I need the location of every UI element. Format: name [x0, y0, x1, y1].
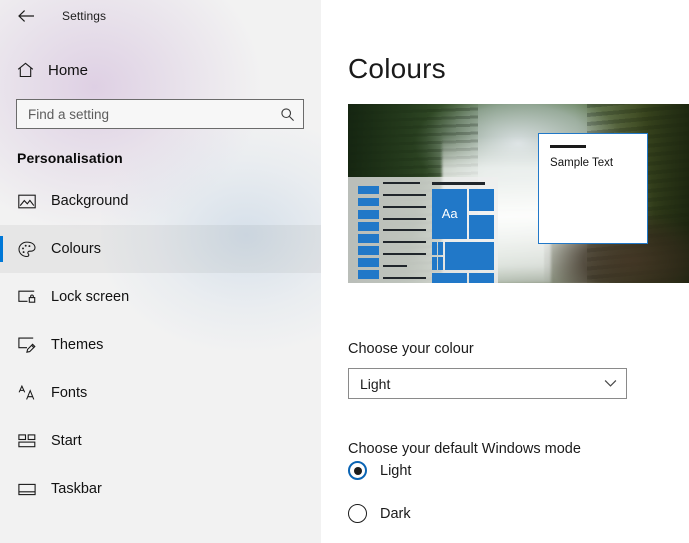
home-icon — [15, 60, 35, 80]
taskbar-icon — [17, 479, 37, 499]
preview-start-square — [357, 270, 379, 279]
preview-start-line — [382, 229, 427, 232]
preview-start-line — [382, 276, 427, 279]
sidebar-item-label: Start — [51, 433, 82, 449]
preview-sample-window: Sample Text — [538, 132, 649, 244]
sidebar: Settings Home Person — [0, 0, 321, 543]
title-bar: Settings — [0, 0, 321, 32]
preview-start-square — [357, 185, 379, 195]
sidebar-item-label: Taskbar — [51, 481, 102, 497]
radio-dot — [353, 466, 362, 475]
home-label: Home — [48, 61, 89, 79]
preview-tile — [469, 188, 494, 212]
sidebar-item-fonts[interactable]: Fonts — [0, 369, 321, 417]
sidebar-item-background[interactable]: Background — [0, 177, 321, 225]
settings-window: Settings Home Person — [0, 0, 689, 543]
sidebar-item-label: Themes — [51, 337, 104, 353]
sidebar-nav: Background Colours Lock screen Themes Fo… — [0, 177, 321, 513]
content-pane: Colours Aa Sample Text Choose your colou… — [321, 0, 689, 543]
preview-start-tiles: Aa — [432, 181, 494, 283]
preview-tile — [445, 242, 494, 270]
preview-start-square — [357, 221, 379, 231]
search-container — [16, 99, 304, 129]
back-arrow-icon[interactable] — [13, 3, 39, 29]
windows-mode-label: Choose your default Windows mode — [348, 441, 581, 457]
preview-start-line — [382, 217, 427, 220]
radio-label: Light — [380, 462, 412, 479]
preview-start-square — [357, 209, 379, 219]
preview-tile — [469, 214, 494, 239]
radio-label: Dark — [380, 505, 411, 522]
section-title: Personalisation — [17, 150, 123, 166]
sidebar-item-home[interactable]: Home — [0, 51, 321, 89]
search-input[interactable] — [16, 99, 304, 129]
preview-start-menu: Aa — [348, 177, 499, 283]
selection-indicator — [0, 236, 3, 262]
preview-start-square — [357, 197, 379, 207]
preview-start-line — [382, 181, 420, 185]
preview-start-line — [382, 253, 427, 256]
preview-tile — [432, 257, 438, 270]
preview-tile — [438, 257, 444, 270]
preview-start-line — [382, 193, 427, 196]
preview-start-square — [357, 245, 379, 255]
sidebar-item-colours[interactable]: Colours — [0, 225, 321, 273]
chevron-down-icon — [603, 377, 617, 391]
preview-sample-text: Sample Text — [550, 156, 614, 169]
preview-start-line — [382, 205, 427, 208]
radio-option-dark[interactable]: Dark — [348, 504, 411, 523]
radio-button[interactable] — [348, 504, 367, 523]
preview-sample-titlebar — [550, 144, 586, 148]
sidebar-item-label: Fonts — [51, 385, 88, 401]
preview-start-square — [357, 233, 379, 243]
sidebar-item-label: Lock screen — [51, 289, 130, 305]
preview-start-line — [382, 264, 407, 267]
search-icon[interactable] — [279, 106, 295, 122]
colour-mode-dropdown[interactable]: Light — [348, 368, 627, 399]
app-title: Settings — [62, 9, 107, 23]
picture-icon — [17, 191, 37, 211]
sidebar-item-label: Colours — [51, 241, 101, 257]
choose-colour-label: Choose your colour — [348, 341, 474, 357]
sidebar-item-start[interactable]: Start — [0, 417, 321, 465]
sidebar-item-themes[interactable]: Themes — [0, 321, 321, 369]
preview-start-app-squares — [357, 185, 379, 279]
preview-start-line — [382, 241, 427, 244]
sidebar-item-label: Background — [51, 193, 129, 209]
lock-screen-icon — [17, 287, 37, 307]
preview-tile — [438, 242, 444, 255]
sidebar-item-lock-screen[interactable]: Lock screen — [0, 273, 321, 321]
start-tiles-icon — [17, 431, 37, 451]
radio-button[interactable] — [348, 461, 367, 480]
page-title: Colours — [348, 53, 446, 84]
preview-start-app-labels — [382, 181, 427, 279]
palette-icon — [17, 239, 37, 259]
fonts-aa-icon — [17, 383, 37, 403]
preview-tile — [432, 242, 438, 255]
preview-tiles-heading-bar — [432, 181, 486, 185]
colour-preview: Aa Sample Text — [348, 104, 689, 283]
sidebar-item-taskbar[interactable]: Taskbar — [0, 465, 321, 513]
preview-tile — [432, 272, 468, 283]
colour-mode-dropdown-value: Light — [360, 375, 391, 392]
radio-option-light[interactable]: Light — [348, 461, 411, 480]
paintbrush-icon — [17, 335, 37, 355]
preview-tile-aa: Aa — [432, 188, 468, 239]
preview-tile — [469, 272, 494, 283]
preview-start-square — [357, 258, 379, 267]
